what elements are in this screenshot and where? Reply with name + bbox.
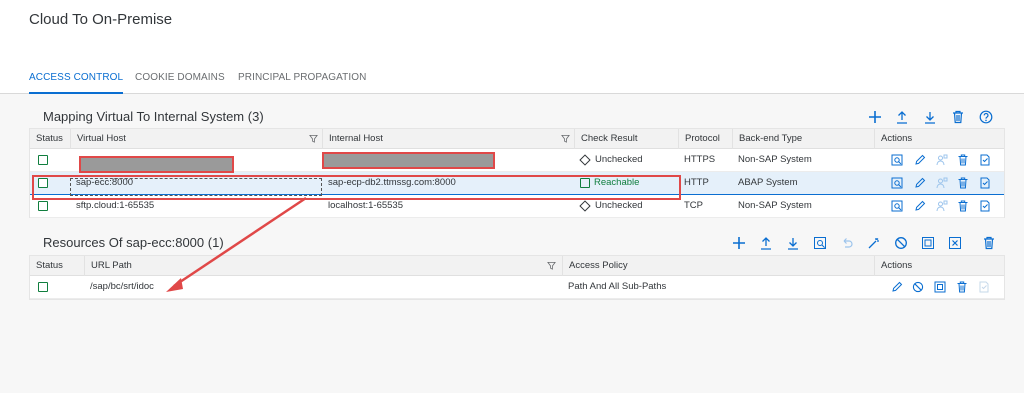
annotation-arrow [166, 196, 307, 292]
